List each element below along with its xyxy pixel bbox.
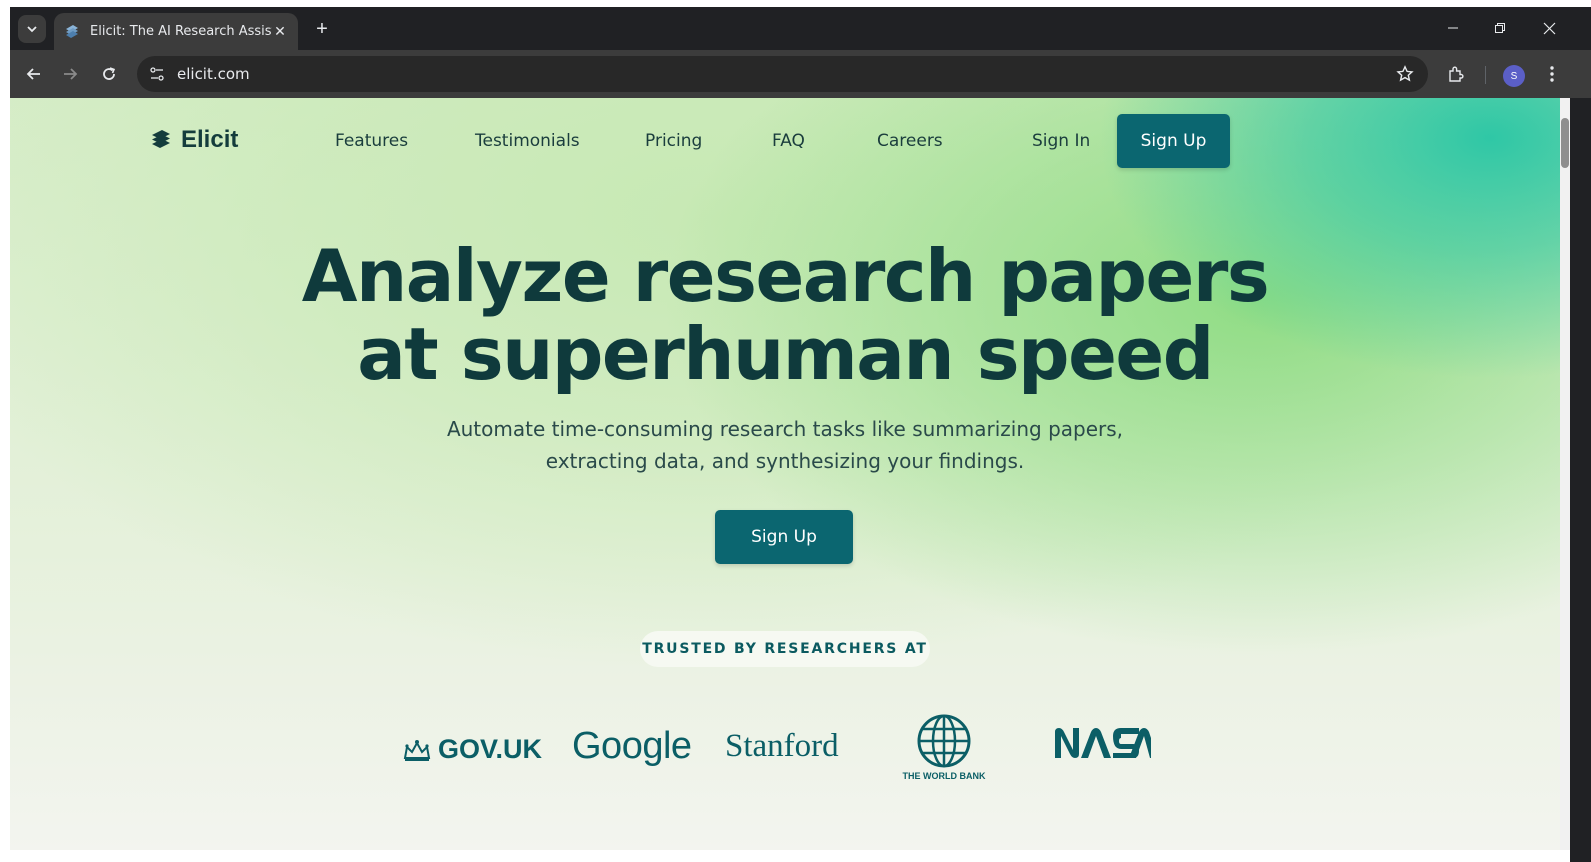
- logo-text: Elicit: [181, 126, 239, 153]
- address-bar[interactable]: elicit.com: [137, 56, 1428, 92]
- site-info-icon[interactable]: [145, 62, 169, 86]
- scrollbar-thumb[interactable]: [1561, 118, 1569, 168]
- page-viewport: Elicit Features Testimonials Pricing FAQ…: [10, 98, 1560, 850]
- nav-sign-up-button[interactable]: Sign Up: [1117, 114, 1230, 168]
- nav-features[interactable]: Features: [335, 131, 408, 151]
- hero-headline-line-1: Analyze research papers: [301, 234, 1270, 318]
- reload-icon[interactable]: [97, 62, 121, 86]
- trusted-by-badge: TRUSTED BY RESEARCHERS AT: [640, 631, 930, 667]
- tab-close-icon[interactable]: ✕: [272, 23, 288, 40]
- world-bank-logo-text: THE WORLD BANK: [902, 771, 986, 781]
- google-logo: Google: [572, 725, 692, 767]
- nav-testimonials[interactable]: Testimonials: [475, 131, 580, 151]
- globe-icon: [917, 714, 971, 768]
- site-logo[interactable]: Elicit: [149, 126, 238, 154]
- nasa-logo: [1053, 726, 1151, 760]
- tab-bar: Elicit: The AI Research Assistant ✕ +: [10, 7, 1591, 50]
- page-scrollbar[interactable]: [1560, 98, 1570, 850]
- nasa-worm-logo: [1055, 728, 1151, 758]
- tab-search-button[interactable]: [18, 15, 46, 43]
- world-bank-logo: THE WORLD BANK: [900, 713, 988, 781]
- crown-icon: [403, 739, 431, 761]
- nav-pricing[interactable]: Pricing: [645, 131, 702, 151]
- restore-icon[interactable]: [1485, 17, 1515, 39]
- nav-faq[interactable]: FAQ: [772, 131, 805, 151]
- extensions-icon[interactable]: [1444, 62, 1468, 86]
- hero-sign-up-button[interactable]: Sign Up: [715, 510, 853, 564]
- forward-arrow-icon[interactable]: [58, 62, 82, 86]
- elicit-logo-icon: [152, 130, 170, 148]
- toolbar-separator: [1485, 66, 1486, 84]
- tab-title: Elicit: The AI Research Assistant: [90, 24, 272, 39]
- bookmark-star-icon[interactable]: [1394, 63, 1416, 85]
- chevron-down-icon: [27, 26, 37, 33]
- nav-careers[interactable]: Careers: [877, 131, 943, 151]
- minimize-icon[interactable]: [1438, 17, 1468, 39]
- gov-uk-logo-text: GOV.UK: [438, 734, 543, 764]
- hero-headline-line-2: at superhuman speed: [357, 312, 1214, 396]
- hero-subheading-line-2: extracting data, and synthesizing your f…: [545, 449, 1025, 473]
- kebab-menu-icon[interactable]: [1540, 62, 1564, 86]
- profile-avatar[interactable]: S: [1503, 65, 1525, 87]
- hero-subheading-line-1: Automate time-consuming research tasks l…: [446, 417, 1124, 441]
- new-tab-icon[interactable]: +: [310, 17, 334, 41]
- url-text: elicit.com: [177, 65, 250, 83]
- sign-in-link[interactable]: Sign In: [1032, 131, 1090, 151]
- back-arrow-icon[interactable]: [22, 62, 46, 86]
- browser-tab[interactable]: Elicit: The AI Research Assistant ✕: [54, 13, 298, 50]
- close-window-icon[interactable]: [1534, 17, 1564, 39]
- elicit-favicon-icon: [66, 24, 78, 38]
- gov-uk-logo: GOV.UK: [402, 734, 542, 765]
- stanford-logo: Stanford: [725, 728, 839, 764]
- browser-toolbar: elicit.com S: [10, 50, 1591, 98]
- window-bottom-edge: [10, 850, 1570, 862]
